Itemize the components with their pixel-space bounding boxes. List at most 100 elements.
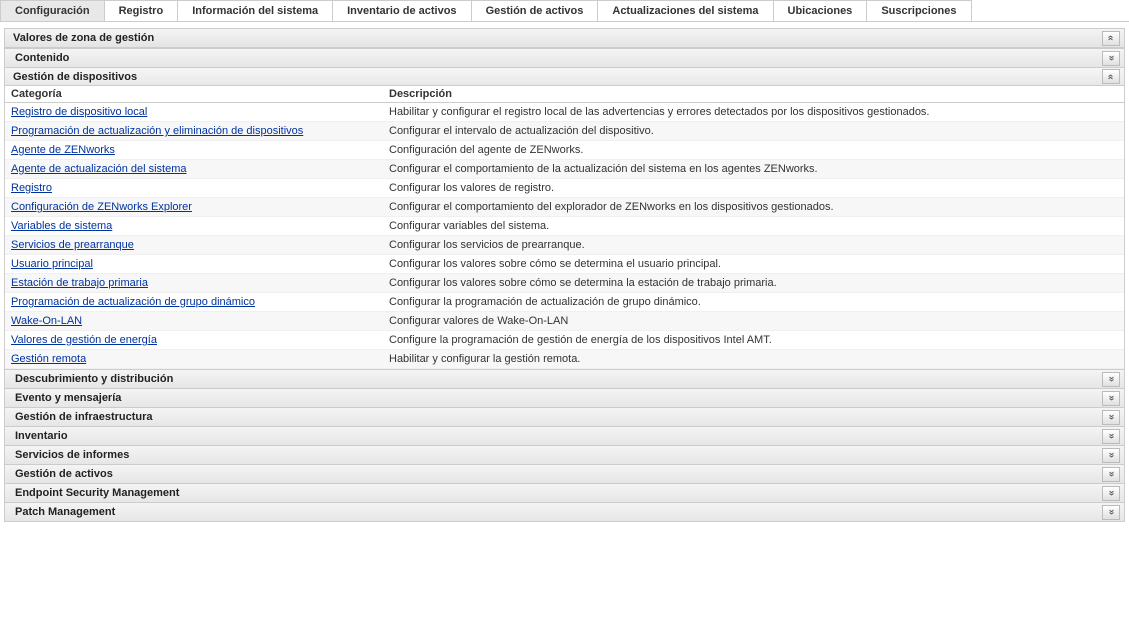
category-link[interactable]: Agente de ZENworks [5, 144, 385, 156]
section-title: Descubrimiento y distribución [15, 373, 173, 385]
section-header[interactable]: Gestión de activos [5, 464, 1124, 483]
tab-suscripciones[interactable]: Suscripciones [866, 0, 971, 21]
table-row: Variables de sistemaConfigurar variables… [5, 217, 1124, 236]
chevron-down-icon [1108, 393, 1114, 403]
table-row: Servicios de prearranqueConfigurar los s… [5, 236, 1124, 255]
section-header[interactable]: Gestión de infraestructura [5, 407, 1124, 426]
col-header-category: Categoría [5, 88, 385, 100]
row-description: Configurar valores de Wake-On-LAN [385, 315, 1124, 327]
chevron-down-icon [1108, 53, 1114, 63]
category-link[interactable]: Registro [5, 182, 385, 194]
table-row: Valores de gestión de energíaConfigure l… [5, 331, 1124, 350]
row-description: Configure la programación de gestión de … [385, 334, 1124, 346]
expand-section-button[interactable] [1102, 391, 1120, 406]
section-title: Patch Management [15, 506, 115, 518]
section-title: Evento y mensajería [15, 392, 121, 404]
col-header-description: Descripción [385, 88, 1124, 100]
chevron-down-icon [1108, 450, 1114, 460]
tab-inventario-de-activos[interactable]: Inventario de activos [332, 0, 471, 21]
section-title: Contenido [15, 52, 69, 64]
row-description: Configurar los servicios de prearranque. [385, 239, 1124, 251]
tab-registro[interactable]: Registro [104, 0, 179, 21]
category-link[interactable]: Servicios de prearranque [5, 239, 385, 251]
section-header[interactable]: Evento y mensajería [5, 388, 1124, 407]
tab-información-del-sistema[interactable]: Información del sistema [177, 0, 333, 21]
content-wrap: Valores de zona de gestión Contenido Ges… [0, 22, 1129, 522]
chevron-down-icon [1108, 469, 1114, 479]
expand-section-button[interactable] [1102, 448, 1120, 463]
section-header[interactable]: Patch Management [5, 502, 1124, 521]
expand-section-button[interactable] [1102, 410, 1120, 425]
category-link[interactable]: Programación de actualización de grupo d… [5, 296, 385, 308]
table-row: Gestión remotaHabilitar y configurar la … [5, 350, 1124, 369]
section-title: Gestión de infraestructura [15, 411, 153, 423]
expand-section-button[interactable] [1102, 486, 1120, 501]
category-link[interactable]: Gestión remota [5, 353, 385, 365]
section-header-open[interactable]: Gestión de dispositivos [5, 67, 1124, 86]
table-row: Wake-On-LANConfigurar valores de Wake-On… [5, 312, 1124, 331]
chevron-down-icon [1108, 507, 1114, 517]
expand-section-button[interactable] [1102, 51, 1120, 66]
section-header[interactable]: Contenido [5, 48, 1124, 67]
panel-title-row: Valores de zona de gestión [5, 29, 1124, 48]
table-row: Estación de trabajo primariaConfigurar l… [5, 274, 1124, 293]
category-link[interactable]: Usuario principal [5, 258, 385, 270]
settings-panel: Valores de zona de gestión Contenido Ges… [4, 28, 1125, 522]
row-description: Configurar la programación de actualizac… [385, 296, 1124, 308]
chevron-up-icon [1108, 33, 1114, 43]
table-row: Registro de dispositivo localHabilitar y… [5, 103, 1124, 122]
row-description: Habilitar y configurar la gestión remota… [385, 353, 1124, 365]
table-row: Agente de ZENworksConfiguración del agen… [5, 141, 1124, 160]
chevron-down-icon [1108, 431, 1114, 441]
row-description: Configuración del agente de ZENworks. [385, 144, 1124, 156]
tab-ubicaciones[interactable]: Ubicaciones [773, 0, 868, 21]
row-description: Configurar los valores de registro. [385, 182, 1124, 194]
expand-section-button[interactable] [1102, 505, 1120, 520]
expand-section-button[interactable] [1102, 372, 1120, 387]
section-title: Inventario [15, 430, 68, 442]
category-link[interactable]: Estación de trabajo primaria [5, 277, 385, 289]
row-description: Configurar el comportamiento de la actua… [385, 163, 1124, 175]
row-description: Configurar los valores sobre cómo se det… [385, 277, 1124, 289]
tab-gestión-de-activos[interactable]: Gestión de activos [471, 0, 599, 21]
table-row: Configuración de ZENworks ExplorerConfig… [5, 198, 1124, 217]
expand-section-button[interactable] [1102, 467, 1120, 482]
panel-title: Valores de zona de gestión [13, 32, 154, 44]
section-header[interactable]: Servicios de informes [5, 445, 1124, 464]
row-description: Habilitar y configurar el registro local… [385, 106, 1124, 118]
column-headers: Categoría Descripción [5, 86, 1124, 103]
tab-configuración[interactable]: Configuración [0, 0, 105, 21]
row-description: Configurar el comportamiento del explora… [385, 201, 1124, 213]
section-title: Gestión de dispositivos [13, 71, 137, 83]
category-link[interactable]: Wake-On-LAN [5, 315, 385, 327]
section-title: Endpoint Security Management [15, 487, 179, 499]
table-row: RegistroConfigurar los valores de regist… [5, 179, 1124, 198]
category-link[interactable]: Valores de gestión de energía [5, 334, 385, 346]
section-title: Servicios de informes [15, 449, 129, 461]
section-title: Gestión de activos [15, 468, 113, 480]
chevron-down-icon [1108, 374, 1114, 384]
category-link[interactable]: Programación de actualización y eliminac… [5, 125, 385, 137]
collapse-panel-button[interactable] [1102, 31, 1120, 46]
chevron-down-icon [1108, 488, 1114, 498]
section-header[interactable]: Descubrimiento y distribución [5, 369, 1124, 388]
table-row: Agente de actualización del sistemaConfi… [5, 160, 1124, 179]
row-description: Configurar variables del sistema. [385, 220, 1124, 232]
table-row: Usuario principalConfigurar los valores … [5, 255, 1124, 274]
row-description: Configurar el intervalo de actualización… [385, 125, 1124, 137]
category-link[interactable]: Configuración de ZENworks Explorer [5, 201, 385, 213]
section-header[interactable]: Endpoint Security Management [5, 483, 1124, 502]
category-link[interactable]: Variables de sistema [5, 220, 385, 232]
category-link[interactable]: Registro de dispositivo local [5, 106, 385, 118]
expand-section-button[interactable] [1102, 429, 1120, 444]
table-row: Programación de actualización de grupo d… [5, 293, 1124, 312]
category-link[interactable]: Agente de actualización del sistema [5, 163, 385, 175]
tab-actualizaciones-del-sistema[interactable]: Actualizaciones del sistema [597, 0, 773, 21]
chevron-down-icon [1108, 412, 1114, 422]
chevron-up-icon [1108, 72, 1114, 82]
tab-bar: ConfiguraciónRegistroInformación del sis… [0, 0, 1129, 22]
collapse-section-button[interactable] [1102, 69, 1120, 84]
row-description: Configurar los valores sobre cómo se det… [385, 258, 1124, 270]
section-header[interactable]: Inventario [5, 426, 1124, 445]
table-row: Programación de actualización y eliminac… [5, 122, 1124, 141]
